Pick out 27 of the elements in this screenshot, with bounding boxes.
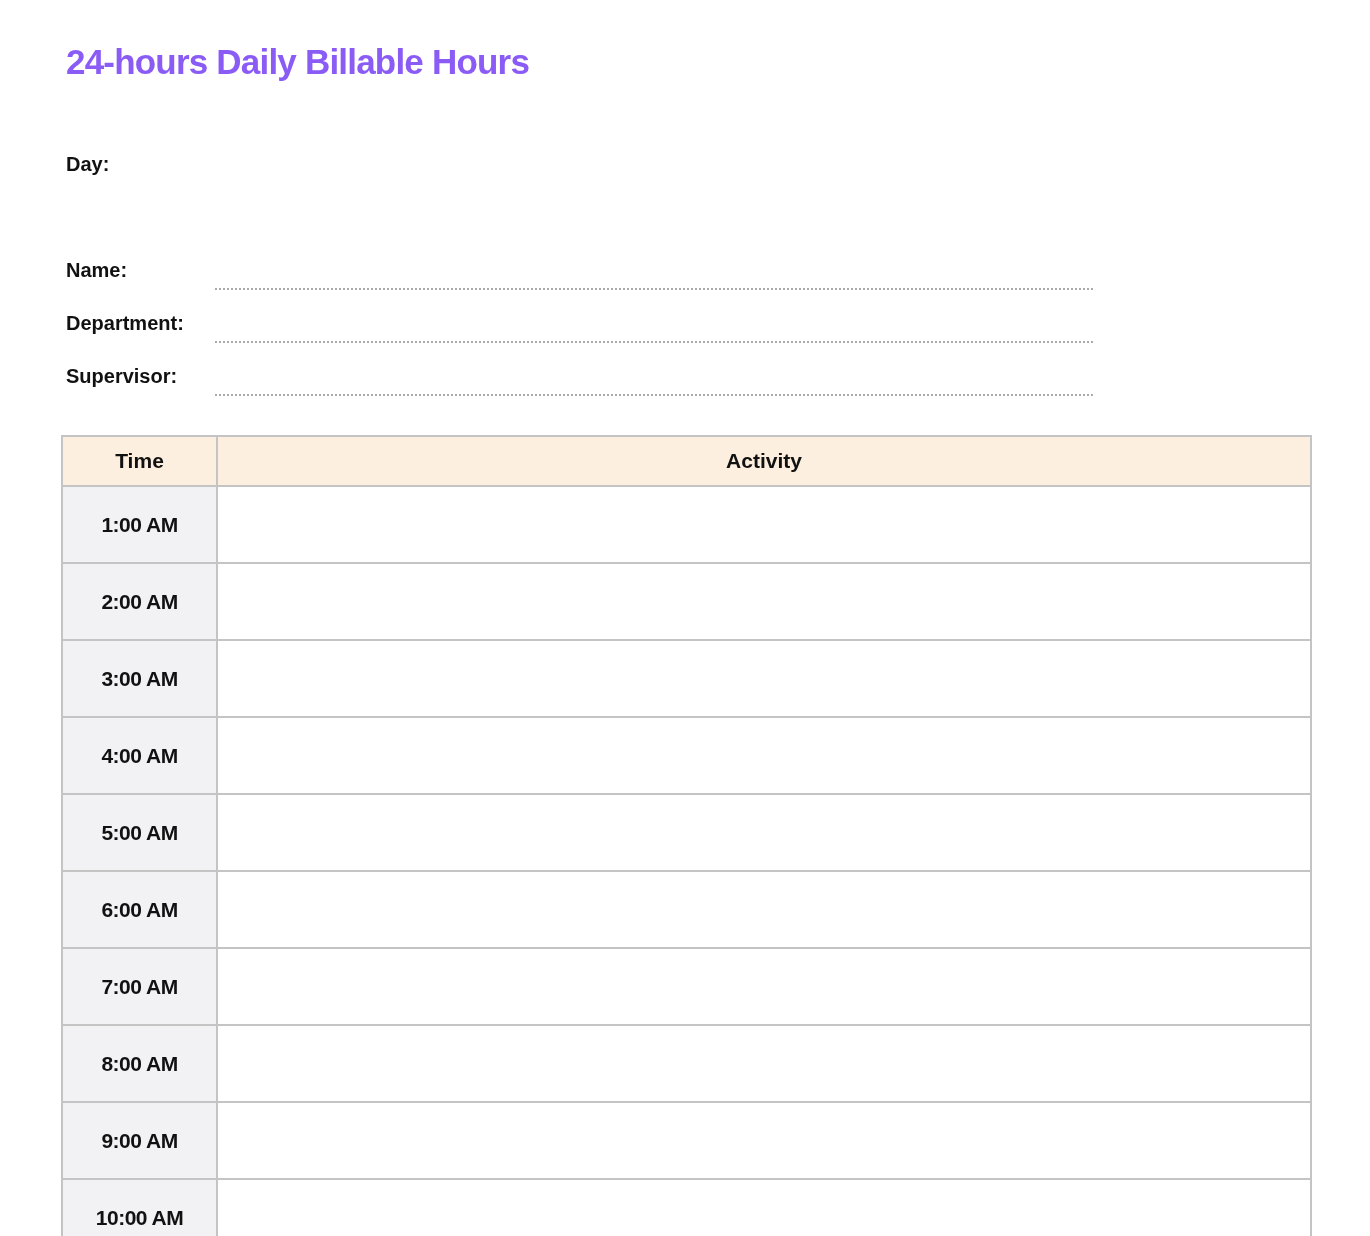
time-cell: 7:00 AM — [62, 948, 217, 1025]
time-cell: 2:00 AM — [62, 563, 217, 640]
activity-cell[interactable] — [217, 563, 1311, 640]
field-label: Supervisor: — [66, 364, 179, 388]
time-cell: 1:00 AM — [62, 486, 217, 563]
activity-cell[interactable] — [217, 1102, 1311, 1179]
time-cell: 5:00 AM — [62, 794, 217, 871]
time-cell: 9:00 AM — [62, 1102, 217, 1179]
activity-cell[interactable] — [217, 640, 1311, 717]
day-label: Day: — [66, 152, 111, 176]
activity-cell[interactable] — [217, 1025, 1311, 1102]
activity-cell[interactable] — [217, 948, 1311, 1025]
column-header: Time — [62, 436, 217, 486]
activity-cell[interactable] — [217, 486, 1311, 563]
page-title: 24-hours Daily Billable Hours — [66, 41, 531, 83]
field-label: Department: — [66, 311, 185, 335]
activity-cell[interactable] — [217, 871, 1311, 948]
time-cell: 10:00 AM — [62, 1179, 217, 1236]
activity-cell[interactable] — [217, 717, 1311, 794]
time-cell: 4:00 AM — [62, 717, 217, 794]
time-cell: 6:00 AM — [62, 871, 217, 948]
activity-cell[interactable] — [217, 794, 1311, 871]
field-label: Name: — [66, 258, 129, 282]
time-cell: 3:00 AM — [62, 640, 217, 717]
time-cell: 8:00 AM — [62, 1025, 217, 1102]
activity-cell[interactable] — [217, 1179, 1311, 1236]
column-header: Activity — [217, 436, 1311, 486]
